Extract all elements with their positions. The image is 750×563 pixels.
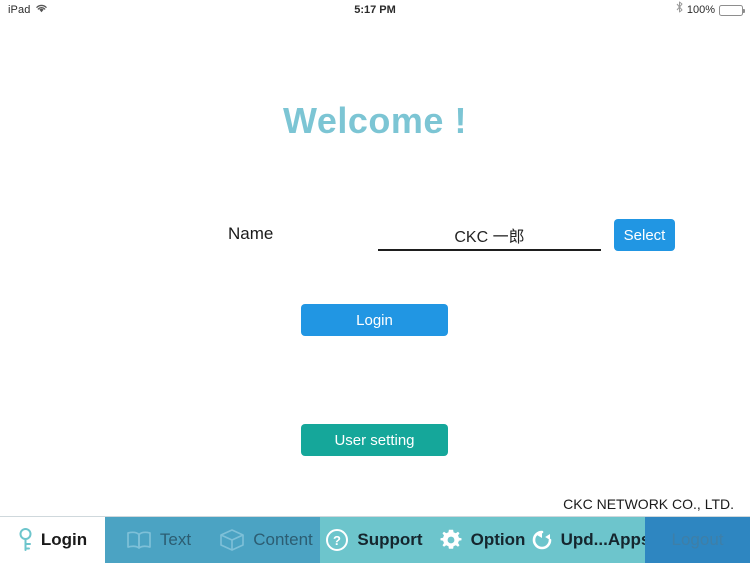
tab-logout[interactable]: Logout	[645, 517, 750, 563]
tab-option-label: Option	[470, 530, 526, 549]
select-button[interactable]: Select	[614, 219, 675, 251]
battery-full-icon	[719, 4, 745, 16]
name-input[interactable]: CKC 一郎	[378, 219, 601, 251]
box-icon	[219, 528, 245, 552]
tab-text[interactable]: Text	[105, 517, 212, 563]
tab-content[interactable]: Content	[212, 517, 320, 563]
tab-login-label: Login	[40, 530, 88, 549]
tab-text-label: Text	[159, 530, 192, 549]
tab-login[interactable]: Login	[0, 517, 105, 563]
company-label: CKC NETWORK CO., LTD.	[563, 496, 734, 512]
book-icon	[126, 530, 152, 550]
bluetooth-icon	[676, 0, 683, 20]
page-title: Welcome !	[283, 100, 467, 141]
tab-option[interactable]: Option	[428, 517, 536, 563]
tab-update-apps[interactable]: Upd...Apps	[532, 517, 650, 563]
refresh-icon	[531, 529, 553, 551]
status-bar: iPad 5:17 PM 100%	[0, 0, 750, 20]
tab-bar: Login Text Content ? Support Option Upd.…	[0, 516, 750, 563]
tab-support[interactable]: ? Support	[320, 517, 428, 563]
tab-content-label: Content	[253, 530, 313, 549]
login-button[interactable]: Login	[301, 304, 448, 336]
app-screen: iPad 5:17 PM 100% Welcome ! Name CKC 一郎 …	[0, 0, 750, 563]
help-icon: ?	[325, 528, 349, 552]
status-bar-time: 5:17 PM	[354, 4, 396, 16]
user-setting-button[interactable]: User setting	[301, 424, 448, 456]
tab-update-apps-label: Upd...Apps	[560, 530, 651, 549]
battery-percent-label: 100%	[686, 4, 715, 16]
svg-text:?: ?	[333, 533, 341, 548]
name-label: Name	[228, 224, 274, 243]
status-bar-right: 100%	[676, 0, 745, 20]
key-icon	[18, 528, 33, 552]
name-input-value: CKC 一郎	[454, 229, 525, 246]
tab-logout-label: Logout	[671, 530, 724, 549]
gear-icon	[439, 528, 463, 552]
tab-support-label: Support	[357, 530, 423, 549]
